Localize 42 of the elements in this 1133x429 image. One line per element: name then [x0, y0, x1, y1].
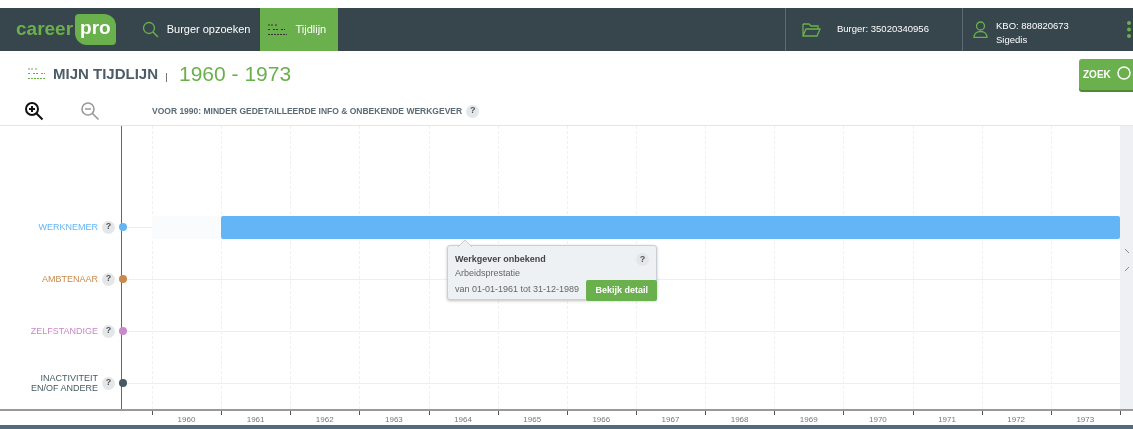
organisation-name: Sigedis — [996, 32, 1029, 47]
kbo-number: KBO: 880820673 — [996, 18, 1069, 33]
help-badge[interactable]: ? — [636, 253, 649, 266]
help-badge[interactable]: ? — [102, 324, 115, 338]
tooltip-dates: van 01-01-1961 tot 31-12-1989 — [455, 283, 580, 296]
category-label: INACTIVITEIT EN/OF ANDERE — [30, 373, 98, 393]
year-label: 1962 — [314, 414, 335, 426]
year-label: 1965 — [522, 414, 543, 426]
year-label: 1960 — [176, 414, 197, 426]
timeline-icon — [268, 23, 288, 36]
more-menu-icon[interactable] — [1127, 21, 1131, 38]
nav-tab[interactable]: Burger opzoeken — [129, 8, 261, 51]
year-label: 1967 — [660, 414, 681, 426]
year-label: 1970 — [868, 414, 888, 426]
user-icon — [973, 21, 988, 38]
category-label: WERKNEMER — [38, 222, 98, 232]
year-label: 1969 — [798, 414, 819, 426]
year-label: 1971 — [937, 414, 957, 426]
year-label: 1963 — [384, 414, 404, 426]
zoom-in-icon[interactable] — [24, 101, 44, 121]
category-label: ZELFSTANDIGE — [30, 326, 98, 336]
category-label: AMBTENAAR — [42, 274, 98, 284]
help-badge[interactable]: ? — [102, 220, 115, 234]
page-title: MIJN TIJDLIJN — [53, 63, 158, 84]
year-label: 1966 — [591, 414, 612, 426]
period-range: 1960 - 1973 — [179, 61, 292, 88]
citizen-number: Burger: 35020340956 — [837, 22, 929, 37]
year-label: 1972 — [1006, 414, 1027, 426]
zoom-out-icon[interactable] — [80, 101, 100, 121]
tooltip-title: Werkgever onbekend — [455, 253, 546, 266]
year-label: 1968 — [729, 414, 750, 426]
notice-text: VOOR 1990: MINDER GEDETAILLEERDE INFO & ONBEKENDE WERKGEVER — [152, 104, 463, 118]
help-badge[interactable]: ? — [466, 104, 480, 118]
year-label: 1973 — [1075, 414, 1096, 426]
tooltip-type: Arbeidsprestatie — [455, 266, 522, 280]
help-badge[interactable]: ? — [102, 376, 115, 390]
help-badge[interactable]: ? — [102, 272, 115, 286]
timeline-icon — [28, 68, 45, 80]
logo: career pro — [0, 8, 130, 51]
year-label: 1964 — [453, 414, 473, 426]
year-label: 1961 — [245, 414, 266, 426]
folder-icon — [802, 22, 821, 37]
